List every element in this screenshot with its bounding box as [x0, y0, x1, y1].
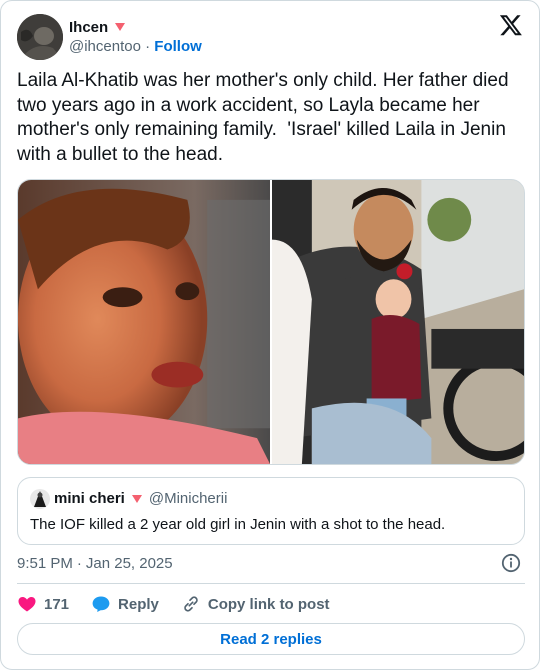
- quoted-author-avatar: [30, 489, 50, 509]
- author-avatar[interactable]: [17, 14, 63, 60]
- quoted-author-handle: @Minicherii: [148, 490, 228, 507]
- follow-button[interactable]: Follow: [154, 38, 202, 55]
- quoted-tweet[interactable]: mini cheri @Minicherii The IOF killed a …: [17, 477, 525, 545]
- author-name[interactable]: Ihcen: [69, 18, 108, 37]
- tweet-time[interactable]: 9:51 PM: [17, 555, 73, 572]
- heart-icon: [115, 23, 126, 31]
- quoted-tweet-text: The IOF killed a 2 year old girl in Jeni…: [30, 516, 446, 533]
- tweet-card: Ihcen @ihcentoo · Follow Laila Al-Khatib…: [0, 0, 540, 670]
- photo-man-with-child[interactable]: [272, 180, 524, 464]
- tweet-header: Ihcen @ihcentoo · Follow: [17, 13, 523, 61]
- reply-icon: [92, 596, 110, 612]
- tweet-text: Laila Al-Khatib was her mother's only ch…: [17, 70, 514, 165]
- author-names: Ihcen @ihcentoo · Follow: [69, 18, 202, 57]
- copy-link-button[interactable]: Copy link to post: [181, 594, 330, 614]
- read-replies-button[interactable]: Read 2 replies: [17, 623, 525, 655]
- quoted-author-name: mini cheri: [54, 490, 125, 507]
- tweet-actions: 171 Reply Copy link to post: [17, 593, 352, 615]
- heart-icon: [131, 495, 142, 503]
- reply-label: Reply: [118, 595, 159, 613]
- like-button[interactable]: 171: [17, 594, 69, 614]
- info-icon[interactable]: [501, 553, 521, 573]
- tweet-date[interactable]: Jan 25, 2025: [86, 555, 173, 572]
- link-icon: [184, 596, 198, 612]
- reply-button[interactable]: Reply: [91, 594, 159, 614]
- tweet-meta: 9:51 PM · Jan 25, 2025: [17, 553, 525, 573]
- handle-separator: ·: [145, 37, 151, 55]
- x-logo-icon[interactable]: [499, 13, 523, 37]
- author-handle[interactable]: @ihcentoo: [69, 38, 141, 55]
- heart-icon: [18, 597, 36, 612]
- tweet-media[interactable]: [17, 179, 525, 465]
- photo-child-closeup[interactable]: [18, 180, 270, 464]
- divider: [17, 583, 525, 584]
- meta-separator: ·: [76, 554, 82, 572]
- like-count: 171: [44, 595, 70, 613]
- copy-link-label: Copy link to post: [207, 595, 330, 613]
